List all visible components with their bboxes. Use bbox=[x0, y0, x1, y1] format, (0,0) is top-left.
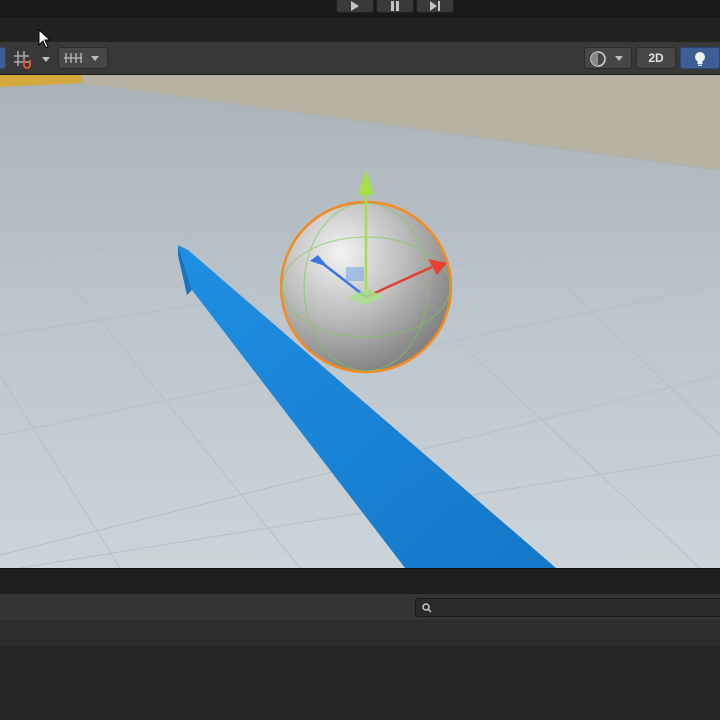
search-icon bbox=[422, 603, 432, 613]
pause-icon bbox=[391, 1, 399, 11]
mouse-cursor-icon bbox=[38, 29, 52, 49]
bottom-panel-content bbox=[0, 646, 720, 720]
gizmo-yz-plane-handle bbox=[346, 267, 364, 281]
scene-toolbar: 2D bbox=[0, 42, 720, 75]
scene-tab-strip bbox=[0, 18, 720, 42]
increment-snap-icon bbox=[64, 53, 82, 63]
toggle-2d-button[interactable]: 2D bbox=[636, 47, 676, 69]
scene-viewport[interactable] bbox=[0, 75, 720, 568]
play-button[interactable] bbox=[336, 0, 374, 13]
scene-render bbox=[0, 75, 720, 568]
toggle-2d-label: 2D bbox=[648, 51, 664, 65]
pause-button[interactable] bbox=[376, 0, 414, 13]
lightbulb-icon bbox=[695, 52, 705, 66]
lighting-toggle-button[interactable] bbox=[680, 47, 720, 69]
render-mode-button[interactable] bbox=[584, 47, 632, 69]
increment-snap-button[interactable] bbox=[58, 47, 108, 69]
grid-snap-dropdown-caret-icon[interactable] bbox=[42, 57, 50, 62]
increment-snap-caret-icon bbox=[91, 56, 99, 61]
grid-snap-button[interactable] bbox=[12, 49, 34, 69]
tool-toggle-button[interactable] bbox=[0, 47, 6, 69]
play-icon bbox=[351, 1, 359, 11]
render-mode-sphere-icon bbox=[590, 51, 606, 67]
play-toolbar bbox=[0, 0, 720, 18]
grid-snap-icon bbox=[14, 51, 31, 69]
bottom-panel-header bbox=[0, 620, 720, 647]
search-field[interactable] bbox=[415, 598, 720, 618]
panel-divider bbox=[0, 568, 720, 595]
render-mode-caret-icon bbox=[615, 56, 623, 61]
step-icon bbox=[430, 1, 440, 11]
search-input[interactable] bbox=[436, 599, 715, 618]
step-button[interactable] bbox=[416, 0, 454, 13]
